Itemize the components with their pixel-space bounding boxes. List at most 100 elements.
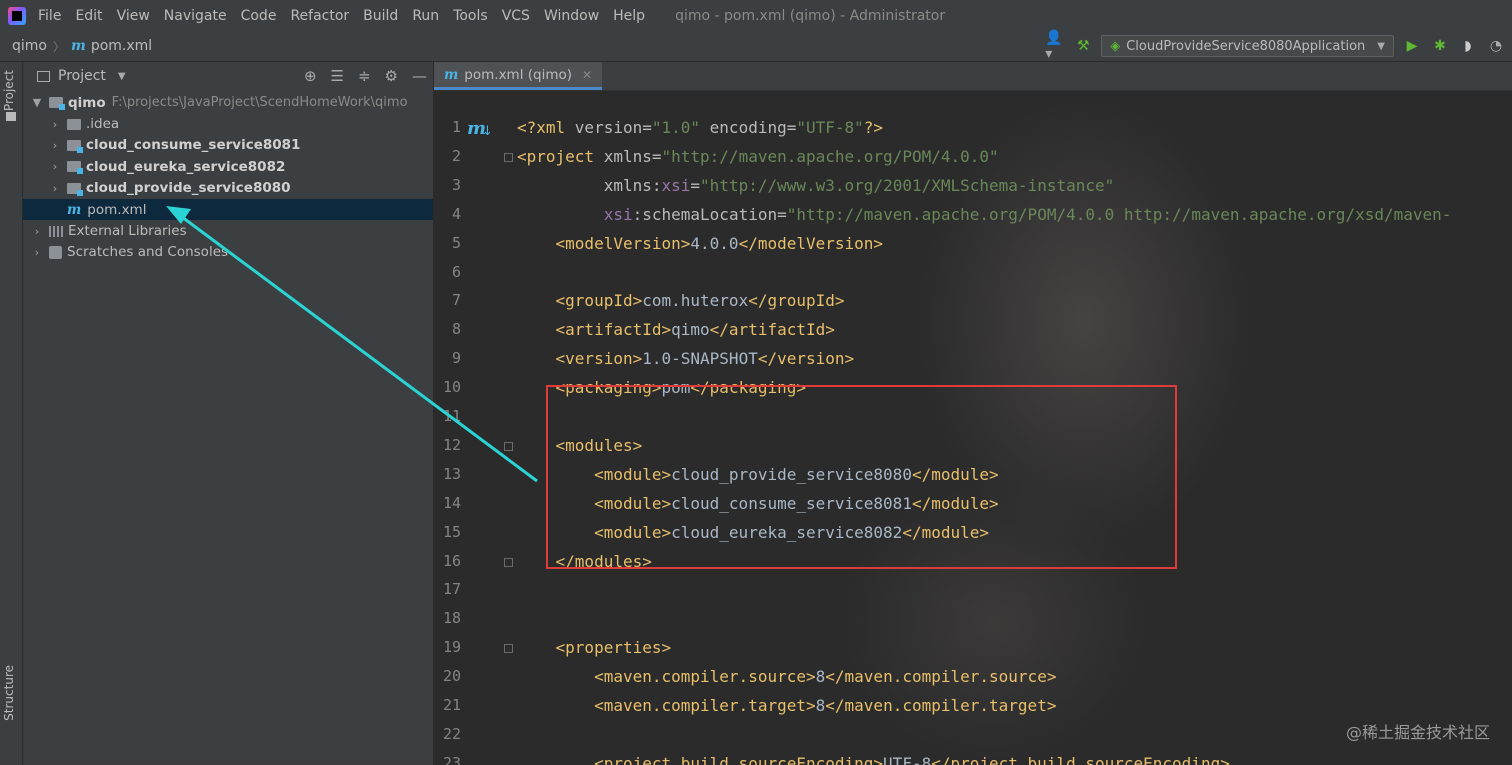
debug-icon[interactable]: ✱ [1430,36,1450,56]
chevron-down-icon[interactable]: ▼ [118,71,126,82]
folder-icon [67,118,81,130]
line-number: 16 [442,551,461,570]
code-token: encoding= [700,118,797,137]
code-token: 8 [815,696,826,715]
chevron-right-icon[interactable]: › [49,182,61,195]
project-tool-tab[interactable]: Project [2,70,16,111]
chevron-right-icon[interactable]: › [49,118,61,131]
navigation-bar: qimo 〉 m pom.xml 👤▾ ⚒ ◈ CloudProvideServ… [0,30,1512,62]
tree-item-idea[interactable]: › .idea [23,113,433,134]
code-token: ?> [863,118,884,137]
menu-code[interactable]: Code [241,8,277,24]
chevron-right-icon[interactable]: › [49,139,61,152]
code-token: xmlns: [603,175,662,195]
code-token: <modelVersion> [555,233,691,253]
menu-edit[interactable]: Edit [75,8,102,24]
code-line: <project xmlns="http://maven.apache.org/… [517,147,999,167]
tree-scratches[interactable]: › Scratches and Consoles [23,242,433,263]
run-config-label: CloudProvideService8080Application [1126,38,1366,54]
line-number: 6 [451,262,461,281]
code-token: com.huterox [642,291,749,311]
code-token: xmlns= [603,146,662,166]
line-number: 8 [451,320,461,339]
arrow-down-icon[interactable]: ↓ [482,124,493,139]
collapse-all-icon[interactable]: ≑ [358,67,371,85]
close-icon[interactable]: ✕ [582,68,592,82]
line-number: 9 [451,349,461,368]
code-token: version= [574,118,652,137]
chevron-right-icon[interactable]: › [31,225,43,238]
code-token: "http://maven.apache.org/POM/4.0.0" [661,146,999,166]
menu-view[interactable]: View [117,8,150,24]
project-panel-title[interactable]: Project [58,68,106,84]
tree-external-libraries[interactable]: › External Libraries [23,220,433,241]
menu-window[interactable]: Window [544,8,599,24]
fold-marker-icon[interactable] [504,441,513,451]
run-icon[interactable]: ▶ [1402,36,1422,56]
user-icon[interactable]: 👤▾ [1045,30,1065,62]
window-title: qimo - pom.xml (qimo) - Administrator [675,7,946,24]
tree-item-cloud-provide[interactable]: › cloud_provide_service8080 [23,178,433,199]
menu-navigate[interactable]: Navigate [164,8,227,24]
line-number: 1 [451,118,461,136]
menu-file[interactable]: File [38,8,61,24]
code-token: 8 [815,667,826,687]
gear-icon[interactable]: ⚙ [385,67,398,85]
tree-root-qimo[interactable]: ▼ qimo F:\projects\JavaProject\ScendHome… [23,92,433,113]
code-token: 4.0.0 [690,233,739,253]
code-line: <modelVersion>4.0.0</modelVersion> [517,233,884,254]
code-token: <properties> [555,638,672,658]
tree-item-cloud-consume[interactable]: › cloud_consume_service8081 [23,135,433,156]
run-configuration-select[interactable]: ◈ CloudProvideService8080Application ▼ [1101,35,1394,57]
hide-icon[interactable]: — [412,67,427,85]
editor-tab-bar: m pom.xml (qimo) ✕ [434,62,1512,91]
menu-bar: File Edit View Navigate Code Refactor Bu… [0,0,1512,31]
tab-pom-xml[interactable]: m pom.xml (qimo) ✕ [434,62,603,90]
project-panel: Project ▼ ⊕ ☰ ≑ ⚙ — ▼ qimo F:\projects\J… [23,62,433,765]
structure-tool-tab[interactable]: Structure [2,665,16,721]
code-token: </maven.compiler.source> [825,667,1057,687]
code-token: <project.build.sourceEncoding> [594,753,884,765]
fold-marker-icon[interactable] [504,152,513,162]
code-token: <maven.compiler.source> [594,667,816,687]
chevron-right-icon[interactable]: › [49,160,61,173]
menu-help[interactable]: Help [613,8,645,24]
chevron-down-icon[interactable]: ▼ [31,96,43,109]
line-number: 3 [451,175,461,194]
line-number: 19 [442,638,461,657]
code-token: qimo [671,320,710,340]
line-number: 22 [442,724,461,743]
tree-root-path: F:\projects\JavaProject\ScendHomeWork\qi… [111,95,408,111]
coverage-icon[interactable]: ◗ [1458,36,1478,56]
fold-marker-icon[interactable] [504,644,513,654]
chevron-right-icon[interactable]: › [31,246,43,259]
locate-icon[interactable]: ⊕ [304,67,317,85]
breadcrumb-file[interactable]: pom.xml [91,38,152,54]
menu-refactor[interactable]: Refactor [290,8,349,24]
maven-file-icon: m [444,66,459,83]
tab-label: pom.xml (qimo) [464,66,573,83]
module-folder-icon [49,97,65,111]
tree-item-pom-xml[interactable]: m pom.xml [23,198,433,221]
menu-tools[interactable]: Tools [453,8,488,24]
expand-all-icon[interactable]: ☰ [331,67,344,85]
code-token: <artifactId> [555,320,672,340]
code-editor[interactable]: m pom.xml (qimo) ✕ m ↓ 1 2 3 4 5 6 7 8 9 10 11 12 13… [434,62,1512,765]
line-number: 14 [442,493,461,512]
tree-item-cloud-eureka[interactable]: › cloud_eureka_service8082 [23,156,433,177]
module-folder-icon [67,182,83,196]
profiler-icon[interactable]: ◔ [1486,36,1506,56]
breadcrumb-project[interactable]: qimo [12,38,47,54]
menu-run[interactable]: Run [412,8,439,24]
code-token: </artifactId> [709,320,835,340]
menu-build[interactable]: Build [363,8,398,24]
tree-item-label: External Libraries [68,223,187,240]
build-hammer-icon[interactable]: ⚒ [1073,36,1093,56]
line-number: 18 [442,609,461,628]
line-number: 5 [451,233,461,252]
fold-marker-icon[interactable] [504,557,513,567]
menu-vcs[interactable]: VCS [502,8,530,24]
